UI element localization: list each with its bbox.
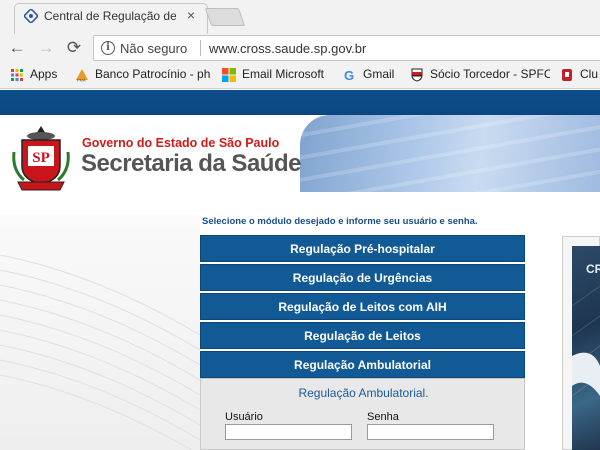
back-arrow-icon[interactable]: ← (6, 37, 28, 59)
login-panel: Regulação Ambulatorial. Usuário Senha (200, 378, 525, 450)
module-urgencias-button[interactable]: Regulação de Urgências (200, 264, 525, 291)
google-icon: G (344, 68, 354, 82)
forward-arrow-icon[interactable]: → (35, 37, 57, 59)
info-icon[interactable]: i (101, 41, 115, 55)
module-leitos-aih-button[interactable]: Regulação de Leitos com AIH (200, 293, 525, 320)
decorative-background (0, 215, 200, 450)
module-leitos-button[interactable]: Regulação de Leitos (200, 322, 525, 349)
url-text[interactable]: www.cross.saude.sp.gov.br (209, 41, 366, 56)
tab-strip: Central de Regulação de × (0, 0, 600, 34)
bookmark-clu[interactable]: Clu (560, 67, 600, 85)
bookmark-label: Email Microsoft (242, 67, 325, 81)
bookmark-label: Banco Patrocínio - ph (95, 67, 210, 81)
sao-paulo-seal-icon: SP (12, 126, 70, 191)
bookmarks-bar: Apps PMA Banco Patrocínio - ph Email Mic… (0, 62, 600, 89)
password-input[interactable] (367, 424, 494, 440)
security-label[interactable]: Não seguro (120, 41, 187, 56)
bookmark-socio-torcedor[interactable]: Sócio Torcedor - SPFC (410, 67, 550, 85)
module-prehospitalar-button[interactable]: Regulação Pré-hospitalar (200, 235, 525, 262)
bookmark-email-microsoft[interactable]: Email Microsoft (222, 67, 324, 85)
bookmark-gmail[interactable]: G Gmail (343, 67, 394, 85)
spfc-icon (411, 68, 423, 82)
site-favicon-icon (24, 9, 38, 23)
password-label: Senha (367, 411, 399, 423)
module-ambulatorial-button[interactable]: Regulação Ambulatorial (200, 351, 525, 378)
reload-icon[interactable]: ⟳ (63, 37, 85, 59)
bookmark-label: Sócio Torcedor - SPFC (430, 67, 550, 81)
tab-title: Central de Regulação de (44, 9, 176, 23)
government-title: Governo do Estado de São Paulo (82, 136, 280, 150)
bookmark-label: Gmail (363, 67, 395, 81)
bank-icon: PMA (76, 68, 88, 82)
apps-grid-icon (11, 68, 23, 81)
side-promo-image[interactable] (572, 246, 600, 450)
new-tab-button[interactable] (204, 8, 246, 26)
svg-text:SP: SP (32, 150, 50, 166)
microsoft-icon (222, 67, 236, 82)
bookmark-label: Apps (30, 67, 58, 81)
club-icon (562, 68, 572, 81)
browser-toolbar: ← → ⟳ i Não seguro www.cross.saude.sp.go… (0, 34, 600, 62)
secretariat-title: Secretaria da Saúde (81, 150, 301, 177)
svg-text:PMA: PMA (77, 77, 86, 82)
omnibox-divider (200, 40, 201, 56)
top-blue-band (0, 90, 600, 115)
login-panel-title: Regulação Ambulatorial. (298, 386, 429, 400)
address-bar[interactable]: i Não seguro www.cross.saude.sp.gov.br (93, 35, 600, 61)
username-label: Usuário (225, 411, 263, 423)
bookmark-apps[interactable]: Apps (10, 67, 57, 85)
svg-text:G: G (344, 68, 354, 82)
tab-close-icon[interactable]: × (182, 6, 200, 24)
side-promo-text: CR (586, 262, 600, 276)
instruction-text: Selecione o módulo desejado e informe se… (202, 216, 478, 227)
username-input[interactable] (225, 424, 352, 440)
content-gap (525, 215, 560, 450)
bookmark-banco[interactable]: PMA Banco Patrocínio - ph (75, 67, 210, 85)
bookmark-label: Clu (580, 67, 599, 81)
header-banner-image (300, 115, 600, 192)
